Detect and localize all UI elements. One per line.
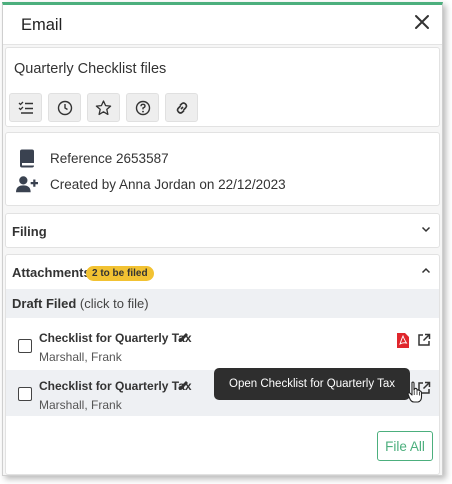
checklist-button[interactable] <box>9 93 42 122</box>
attachments-label: Attachments <box>12 265 91 280</box>
status-badge: 2 to be filed <box>86 266 154 281</box>
filing-label: Filing <box>12 224 47 239</box>
pencil-icon[interactable] <box>177 331 190 344</box>
info-card: Reference 2653587 Created by Anna Jordan… <box>5 132 440 206</box>
draft-filed-bar[interactable]: Draft Filed (click to file) <box>6 289 439 318</box>
history-button[interactable] <box>48 93 81 122</box>
help-icon <box>135 100 150 115</box>
email-subject: Quarterly Checklist files <box>14 61 167 77</box>
attachment-owner: Marshall, Frank <box>39 350 122 364</box>
reference-row: Reference 2653587 <box>16 147 169 169</box>
add-user-icon <box>16 173 38 195</box>
list-item: Checklist for Quarterly Tax Marshall, Fr… <box>6 322 439 368</box>
help-button[interactable] <box>126 93 159 122</box>
draft-filed-hint: (click to file) <box>79 296 149 311</box>
draft-filed-label: Draft Filed <box>12 296 77 311</box>
reference-text: Reference 2653587 <box>50 150 169 166</box>
filing-section[interactable]: Filing <box>5 213 440 248</box>
attachment-name[interactable]: Checklist for Quarterly Tax <box>39 331 192 345</box>
attachment-name[interactable]: Checklist for Quarterly Tax <box>39 379 192 393</box>
attachments-section: Attachments 2 to be filed Draft Filed (c… <box>5 254 440 475</box>
clock-icon <box>57 100 72 115</box>
created-row: Created by Anna Jordan on 22/12/2023 <box>16 173 286 195</box>
attachment-owner: Marshall, Frank <box>39 398 122 412</box>
item-checkbox[interactable] <box>18 387 32 401</box>
book-icon <box>16 147 38 169</box>
link-icon <box>176 101 187 114</box>
attachments-header[interactable]: Attachments 2 to be filed <box>6 255 439 289</box>
link-button[interactable] <box>165 93 198 122</box>
star-icon <box>95 99 112 115</box>
action-toolbar <box>9 93 198 122</box>
panel-title: Email <box>21 16 63 34</box>
created-text: Created by Anna Jordan on 22/12/2023 <box>50 176 286 192</box>
chevron-down-icon <box>421 226 431 233</box>
item-checkbox[interactable] <box>18 339 32 353</box>
panel-header: Email <box>3 5 442 45</box>
file-all-button[interactable]: File All <box>377 431 433 461</box>
external-link-icon[interactable] <box>417 333 431 347</box>
close-icon[interactable] <box>412 12 432 32</box>
subject-card: Quarterly Checklist files <box>5 47 440 127</box>
hand-cursor-icon <box>407 381 423 403</box>
checklist-icon <box>18 101 33 114</box>
chevron-up-icon <box>421 267 431 274</box>
favourite-button[interactable] <box>87 93 120 122</box>
pdf-icon[interactable] <box>397 333 409 348</box>
pencil-icon[interactable] <box>177 379 190 392</box>
email-panel: Email Quarterly Checklist files Referenc… <box>2 2 443 476</box>
tooltip: Open Checklist for Quarterly Tax <box>214 368 410 400</box>
